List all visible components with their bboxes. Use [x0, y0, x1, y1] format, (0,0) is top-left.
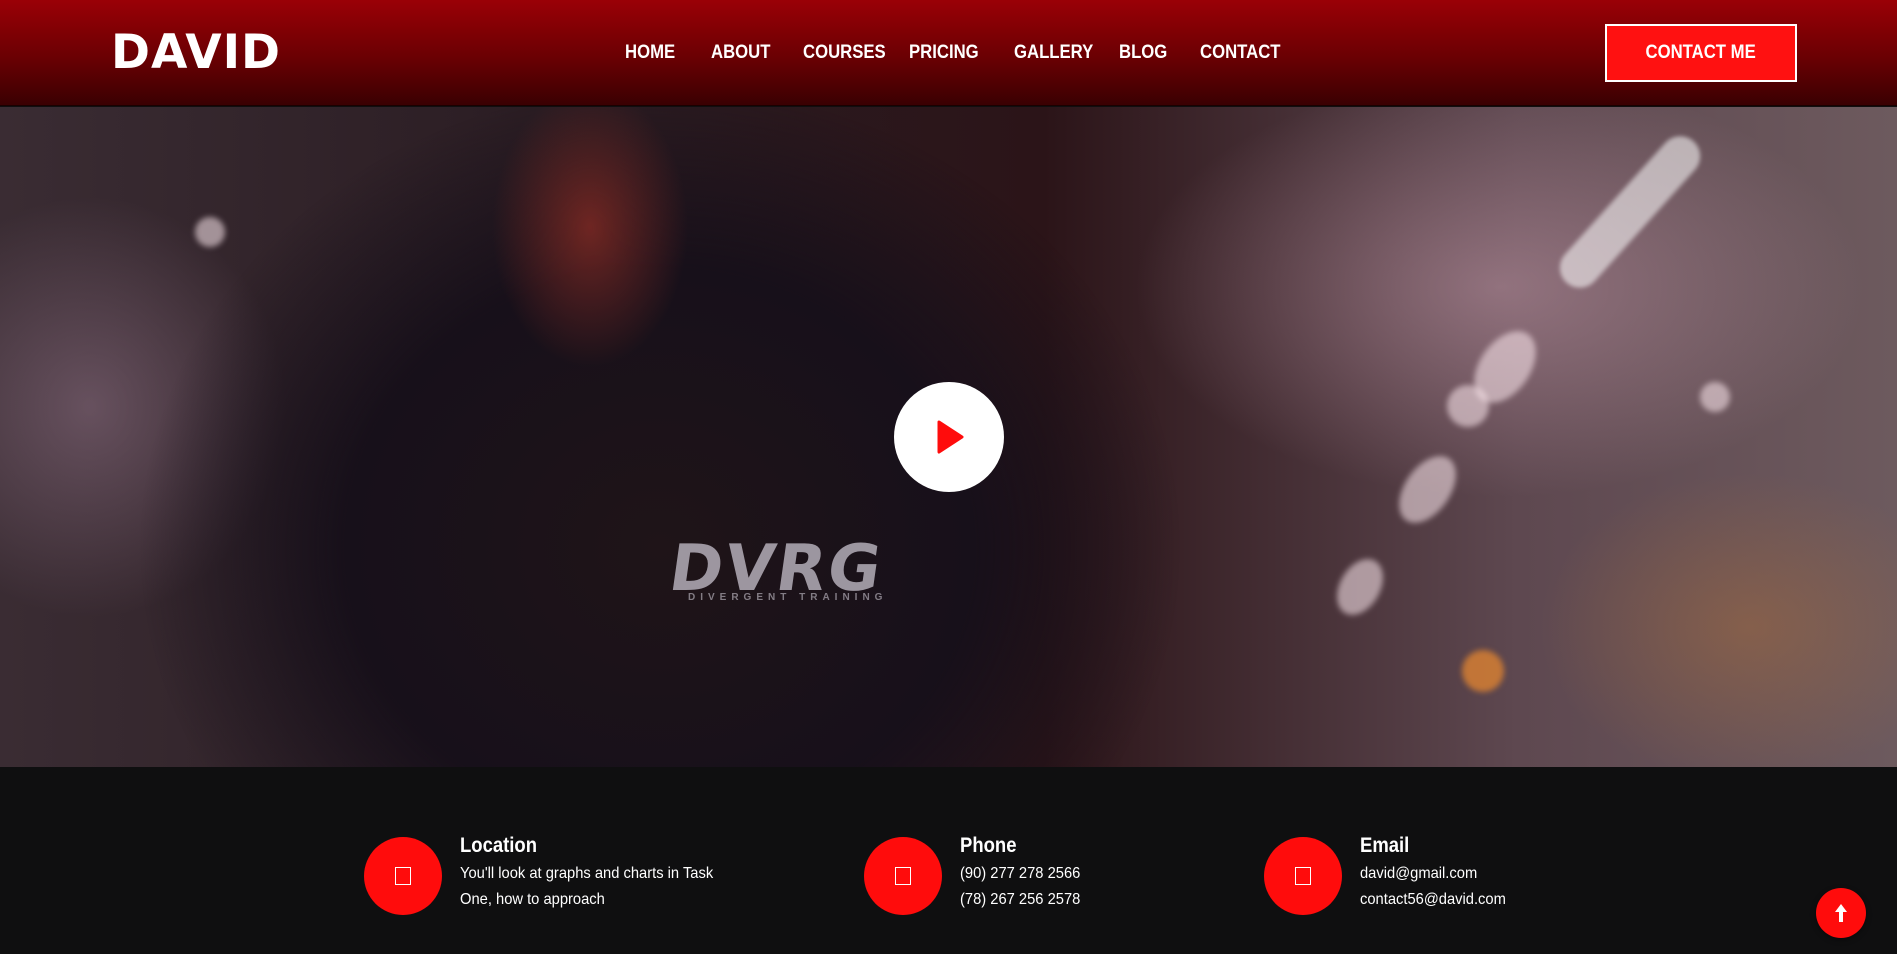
bokeh-light — [1327, 551, 1393, 623]
play-icon — [937, 420, 964, 454]
play-video-button[interactable] — [894, 382, 1004, 492]
nav-gallery[interactable]: GALLERY — [1014, 36, 1106, 70]
bokeh-light — [1447, 385, 1489, 427]
nav-contact[interactable]: CONTACT — [1200, 36, 1288, 70]
contact-me-button[interactable]: CONTACT ME — [1605, 24, 1797, 82]
phone-title: Phone — [960, 834, 1017, 857]
nav-about[interactable]: ABOUT — [711, 36, 792, 70]
nav-pricing[interactable]: PRICING — [909, 36, 1001, 70]
jacket-logo-sub: DIVERGENT TRAINING — [688, 592, 888, 603]
email-icon — [1264, 837, 1342, 915]
arrow-up-icon — [1835, 904, 1847, 922]
hero-video-section: DVRG DIVERGENT TRAINING — [0, 107, 1897, 767]
bokeh-light — [1387, 445, 1468, 534]
hero-person-image — [120, 107, 1200, 767]
contact-me-label: CONTACT ME — [1645, 42, 1757, 63]
phone-line-2[interactable]: (78) 267 256 2578 — [960, 887, 1080, 913]
nav-blog[interactable]: BLOG — [1119, 36, 1190, 70]
main-nav: HOME ABOUT COURSES PRICING GALLERY BLOG … — [625, 36, 1300, 70]
back-to-top-button[interactable] — [1816, 888, 1866, 938]
nav-home[interactable]: HOME — [625, 36, 701, 70]
ceiling-light — [1551, 128, 1709, 296]
location-title: Location — [460, 834, 537, 857]
email-line-2[interactable]: contact56@david.com — [1360, 887, 1506, 913]
email-line-1[interactable]: david@gmail.com — [1360, 861, 1477, 887]
phone-line-1[interactable]: (90) 277 278 2566 — [960, 861, 1080, 887]
email-title: Email — [1360, 834, 1410, 857]
location-icon — [364, 837, 442, 915]
bokeh-light — [1462, 650, 1504, 692]
contact-info-section: Location You'll look at graphs and chart… — [0, 767, 1897, 954]
nav-courses[interactable]: COURSES — [803, 36, 896, 70]
site-header: DAVID HOME ABOUT COURSES PRICING GALLERY… — [0, 0, 1897, 106]
phone-icon — [864, 837, 942, 915]
location-line-1: You'll look at graphs and charts in Task — [460, 865, 714, 882]
site-logo[interactable]: DAVID — [111, 26, 281, 80]
bokeh-light — [1700, 382, 1730, 412]
location-line-2: One, how to approach — [460, 891, 605, 908]
